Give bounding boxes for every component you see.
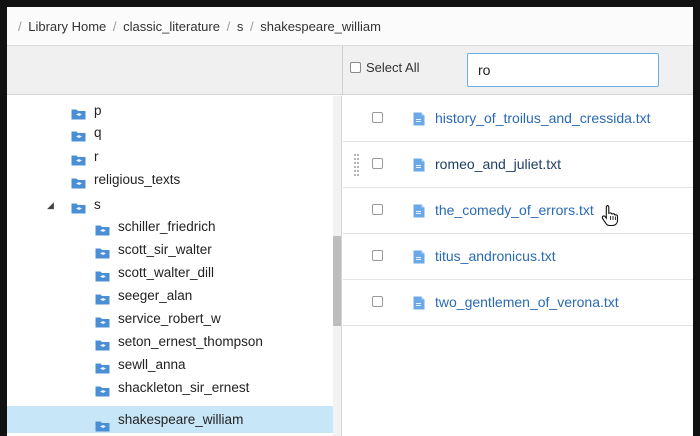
folder-icon [95, 414, 110, 436]
file-row[interactable]: the_comedy_of_errors.txt [343, 188, 693, 234]
tree-item-label: s [94, 197, 101, 212]
file-icon [413, 158, 425, 177]
tree-scrollbar-thumb[interactable] [333, 236, 341, 326]
breadcrumb-s[interactable]: s [237, 19, 244, 34]
tree-item-label: q [94, 125, 102, 140]
tree-item[interactable]: scott_sir_walter [7, 239, 333, 261]
tree-item-label: scott_walter_dill [118, 265, 215, 280]
breadcrumb-library-home[interactable]: Library Home [28, 19, 106, 34]
select-all-checkbox[interactable]: Select All [350, 60, 419, 75]
file-icon [413, 204, 425, 223]
tree-item-label: r [94, 149, 99, 164]
file-name-link[interactable]: the_comedy_of_errors.txt [435, 202, 594, 218]
tree-item[interactable]: shackleton_sir_ernest [7, 377, 333, 399]
tree-item[interactable]: ◢ s [7, 194, 333, 216]
tree-item[interactable]: scott_walter_dill [7, 262, 333, 284]
file-list: history_of_troilus_and_cressida.txtromeo… [343, 96, 693, 436]
file-name-link[interactable]: history_of_troilus_and_cressida.txt [435, 110, 651, 126]
tree-item[interactable]: religious_texts [7, 169, 333, 191]
file-checkbox[interactable] [372, 296, 383, 307]
toolbar-divider [342, 46, 343, 95]
breadcrumb: / Library Home / classic_literature / s … [7, 7, 693, 46]
tree-item-label: scott_sir_walter [118, 242, 212, 257]
drag-handle-icon[interactable] [354, 154, 360, 176]
folder-icon [71, 174, 86, 196]
tree-item[interactable]: p [7, 100, 333, 122]
select-all-box[interactable] [350, 62, 361, 73]
tree-item-label: seton_ernest_thompson [118, 334, 263, 349]
file-name-link[interactable]: two_gentlemen_of_verona.txt [435, 294, 619, 310]
file-checkbox[interactable] [372, 250, 383, 261]
file-row[interactable]: titus_andronicus.txt [343, 234, 693, 280]
toolbar: Select All [7, 46, 693, 95]
breadcrumb-separator: / [18, 19, 22, 34]
tree-item[interactable]: seton_ernest_thompson [7, 331, 333, 353]
file-icon [413, 296, 425, 315]
tree-item-label: sewll_anna [118, 357, 186, 372]
tree-item[interactable]: service_robert_w [7, 308, 333, 330]
folder-icon [95, 382, 110, 404]
tree-item-label: shakespeare_william [118, 412, 244, 427]
tree-item-label: seeger_alan [118, 288, 193, 303]
breadcrumb-separator: / [226, 19, 231, 34]
file-row[interactable]: two_gentlemen_of_verona.txt [343, 280, 693, 326]
file-checkbox[interactable] [372, 112, 383, 123]
file-icon [413, 250, 425, 269]
breadcrumb-separator: / [249, 19, 254, 34]
select-all-label: Select All [366, 60, 420, 75]
breadcrumb-separator: / [112, 19, 117, 34]
tree-item-label: p [94, 103, 102, 118]
tree-item-label: religious_texts [94, 172, 181, 187]
file-icon [413, 112, 425, 131]
tree-item[interactable]: schiller_friedrich [7, 216, 333, 238]
file-name-link[interactable]: titus_andronicus.txt [435, 248, 556, 264]
tree-item[interactable]: seeger_alan [7, 285, 333, 307]
file-checkbox[interactable] [372, 158, 383, 169]
file-checkbox[interactable] [372, 204, 383, 215]
tree-item[interactable]: shakespeare_william [7, 406, 333, 433]
breadcrumb-shakespeare-william[interactable]: shakespeare_william [260, 19, 381, 34]
tree-item[interactable]: q [7, 122, 333, 144]
expand-toggle-icon[interactable]: ◢ [47, 194, 54, 216]
tree-item-label: shackleton_sir_ernest [118, 380, 250, 395]
search-input[interactable] [467, 53, 659, 87]
folder-tree: p q r religious_texts ◢ s schiller_friedrich sc… [7, 96, 342, 436]
tree-scrollbar[interactable] [333, 96, 341, 436]
tree-item-label: service_robert_w [118, 311, 221, 326]
file-name-link[interactable]: romeo_and_juliet.txt [435, 156, 561, 172]
file-row[interactable]: romeo_and_juliet.txt [343, 142, 693, 227]
file-browser-window: / Library Home / classic_literature / s … [0, 0, 700, 436]
tree-item[interactable]: r [7, 146, 333, 168]
breadcrumb-classic-literature[interactable]: classic_literature [123, 19, 220, 34]
tree-item[interactable]: sewll_anna [7, 354, 333, 376]
file-row[interactable]: history_of_troilus_and_cressida.txt [343, 96, 693, 142]
tree-item-label: schiller_friedrich [118, 219, 216, 234]
